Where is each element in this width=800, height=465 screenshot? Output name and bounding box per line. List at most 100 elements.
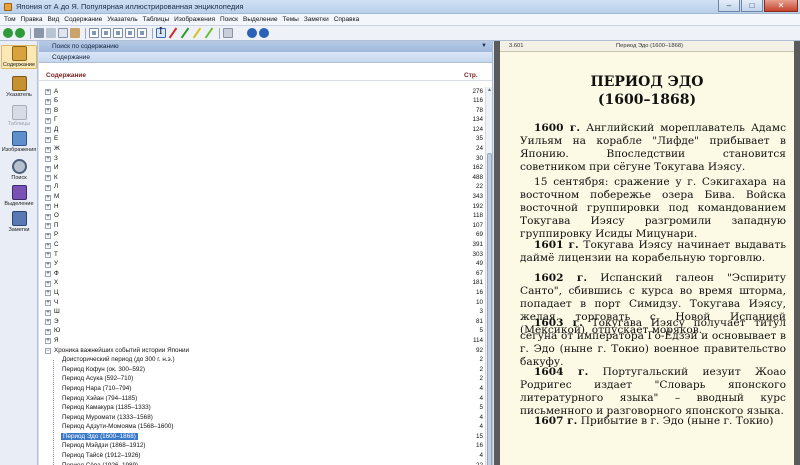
expand-icon[interactable]: +	[45, 175, 51, 182]
expand-icon[interactable]: +	[45, 300, 51, 307]
toc-letter-item[interactable]: + Ю 5	[39, 327, 485, 337]
expand-icon[interactable]: +	[45, 280, 51, 287]
toc-letter-item[interactable]: + Л 22	[39, 183, 485, 193]
menu-tables[interactable]: Таблицы	[143, 16, 170, 23]
minimize-button[interactable]: –	[718, 0, 740, 12]
toc-period-item[interactable]: Период Тайсё (1912–1926) 4	[39, 452, 485, 462]
expand-icon[interactable]: +	[45, 338, 51, 345]
nav-back-icon[interactable]	[247, 28, 257, 38]
expand-icon[interactable]: +	[45, 117, 51, 124]
toc-letter-item[interactable]: + М 343	[39, 193, 485, 203]
toc-letter-item[interactable]: + Г 134	[39, 116, 485, 126]
menu-view[interactable]: Вид	[48, 16, 60, 23]
toc-letter-item[interactable]: + К 488	[39, 173, 485, 183]
toc-period-item[interactable]: Период Мэйдзи (1868–1912) 16	[39, 442, 485, 452]
page-icon[interactable]	[113, 28, 123, 38]
sidebar-item-notes[interactable]: Заметки	[1, 211, 37, 233]
sidebar-item-tables[interactable]: Таблицы	[1, 105, 37, 127]
expand-icon[interactable]: +	[45, 98, 51, 105]
expand-icon[interactable]: +	[45, 319, 51, 326]
toc-letter-item[interactable]: + Ф 67	[39, 269, 485, 279]
expand-icon[interactable]: +	[45, 89, 51, 95]
expand-icon[interactable]: +	[45, 261, 51, 268]
toc-letter-item[interactable]: + И 162	[39, 164, 485, 174]
yellow-pen-icon[interactable]	[192, 28, 202, 38]
toc-letter-item[interactable]: + Б 116	[39, 97, 485, 107]
expand-icon[interactable]: +	[45, 290, 51, 297]
expand-icon[interactable]: +	[45, 184, 51, 191]
page-icon[interactable]	[125, 28, 135, 38]
back-icon[interactable]	[3, 28, 13, 38]
toc-period-item[interactable]: Период Эдо (1600–1868) 15	[39, 432, 485, 442]
toc-letter-item[interactable]: + Н 192	[39, 202, 485, 212]
page-icon[interactable]	[137, 28, 147, 38]
collapse-icon[interactable]: −	[45, 348, 51, 355]
expand-icon[interactable]: +	[45, 223, 51, 230]
menu-notes[interactable]: Заметки	[304, 16, 329, 23]
toc-letter-item[interactable]: + Э 81	[39, 317, 485, 327]
toc-letter-item[interactable]: + Ш 3	[39, 308, 485, 318]
close-button[interactable]: ✕	[764, 0, 798, 12]
toc-letter-item[interactable]: + О 118	[39, 212, 485, 222]
green-pen-icon[interactable]	[180, 28, 190, 38]
menu-topics[interactable]: Темы	[282, 16, 298, 23]
toc-letter-item[interactable]: + Ж 24	[39, 145, 485, 155]
sidebar-item-contents[interactable]: Содержание	[1, 45, 37, 69]
toc-letter-item[interactable]: + Р 69	[39, 231, 485, 241]
toc-letter-item[interactable]: + Ц 16	[39, 288, 485, 298]
toc-letter-item[interactable]: + Е 35	[39, 135, 485, 145]
toc-letter-item[interactable]: + Х 181	[39, 279, 485, 289]
toc-letter-item[interactable]: + А 276	[39, 87, 485, 97]
expand-icon[interactable]: +	[45, 127, 51, 134]
toc-letter-item[interactable]: + Д 124	[39, 125, 485, 135]
print-icon[interactable]	[34, 28, 44, 38]
expand-icon[interactable]: +	[45, 309, 51, 316]
expand-icon[interactable]: +	[45, 194, 51, 201]
toc-letter-item[interactable]: + Т 303	[39, 250, 485, 260]
menu-tom[interactable]: Том	[4, 16, 16, 23]
page-icon[interactable]	[89, 28, 99, 38]
toc-letter-item[interactable]: + Ч 10	[39, 298, 485, 308]
toc-scrollbar[interactable]: ▲	[485, 87, 492, 465]
toc-period-item[interactable]: Период Нара (710–794) 4	[39, 384, 485, 394]
sidebar-item-highlight[interactable]: Выделение	[1, 185, 37, 207]
green-pen-icon[interactable]	[204, 28, 214, 38]
eraser-icon[interactable]	[223, 28, 233, 38]
collapse-icon[interactable]: ▼	[481, 41, 487, 52]
toc-period-item[interactable]: Период Хэйан (794–1185) 4	[39, 394, 485, 404]
toc-period-item[interactable]: Период Муромати (1333–1568) 4	[39, 413, 485, 423]
menu-images[interactable]: Изображения	[174, 16, 215, 23]
toc-letter-item[interactable]: + Я 114	[39, 336, 485, 346]
maximize-button[interactable]: □	[741, 0, 763, 12]
text-cursor-icon[interactable]	[156, 27, 166, 38]
toc-section-header[interactable]: Содержание	[39, 52, 492, 63]
menu-index[interactable]: Указатель	[107, 16, 137, 23]
toc-letter-item[interactable]: + С 391	[39, 241, 485, 251]
toc-period-item[interactable]: Период Кофун (ок. 300–592) 2	[39, 365, 485, 375]
menu-contents[interactable]: Содержание	[64, 16, 102, 23]
toc-search-bar[interactable]: Поиск по содержанию ▼	[39, 41, 492, 52]
toc-period-item[interactable]: Период Сёва (1926–1989) 22	[39, 461, 485, 465]
sidebar-item-images[interactable]: Изображения	[1, 131, 37, 153]
toc-period-item[interactable]: Период Асука (592–710) 2	[39, 375, 485, 385]
expand-icon[interactable]: +	[45, 328, 51, 335]
toc-letter-item[interactable]: + П 107	[39, 221, 485, 231]
toc-letter-item[interactable]: − Хроника важнейших событий истории Япони…	[39, 346, 485, 356]
toc-period-item[interactable]: Период Адзути-Момояма (1568–1600) 4	[39, 423, 485, 433]
menu-help[interactable]: Справка	[334, 16, 360, 23]
nav-forward-icon[interactable]	[259, 28, 269, 38]
page-icon[interactable]	[101, 28, 111, 38]
scroll-thumb[interactable]	[487, 153, 492, 465]
search-icon[interactable]	[235, 28, 245, 38]
toc-letter-item[interactable]: + В 78	[39, 106, 485, 116]
scroll-up-icon[interactable]: ▲	[486, 87, 493, 94]
expand-icon[interactable]: +	[45, 108, 51, 115]
menu-search[interactable]: Поиск	[220, 16, 238, 23]
sidebar-item-index[interactable]: Указатель	[1, 76, 37, 98]
expand-icon[interactable]: +	[45, 204, 51, 211]
sidebar-item-search[interactable]: Поиск	[1, 159, 37, 181]
toc-letter-item[interactable]: + У 49	[39, 260, 485, 270]
copy-icon[interactable]	[58, 28, 68, 38]
cut-icon[interactable]	[46, 28, 56, 38]
expand-icon[interactable]: +	[45, 213, 51, 220]
